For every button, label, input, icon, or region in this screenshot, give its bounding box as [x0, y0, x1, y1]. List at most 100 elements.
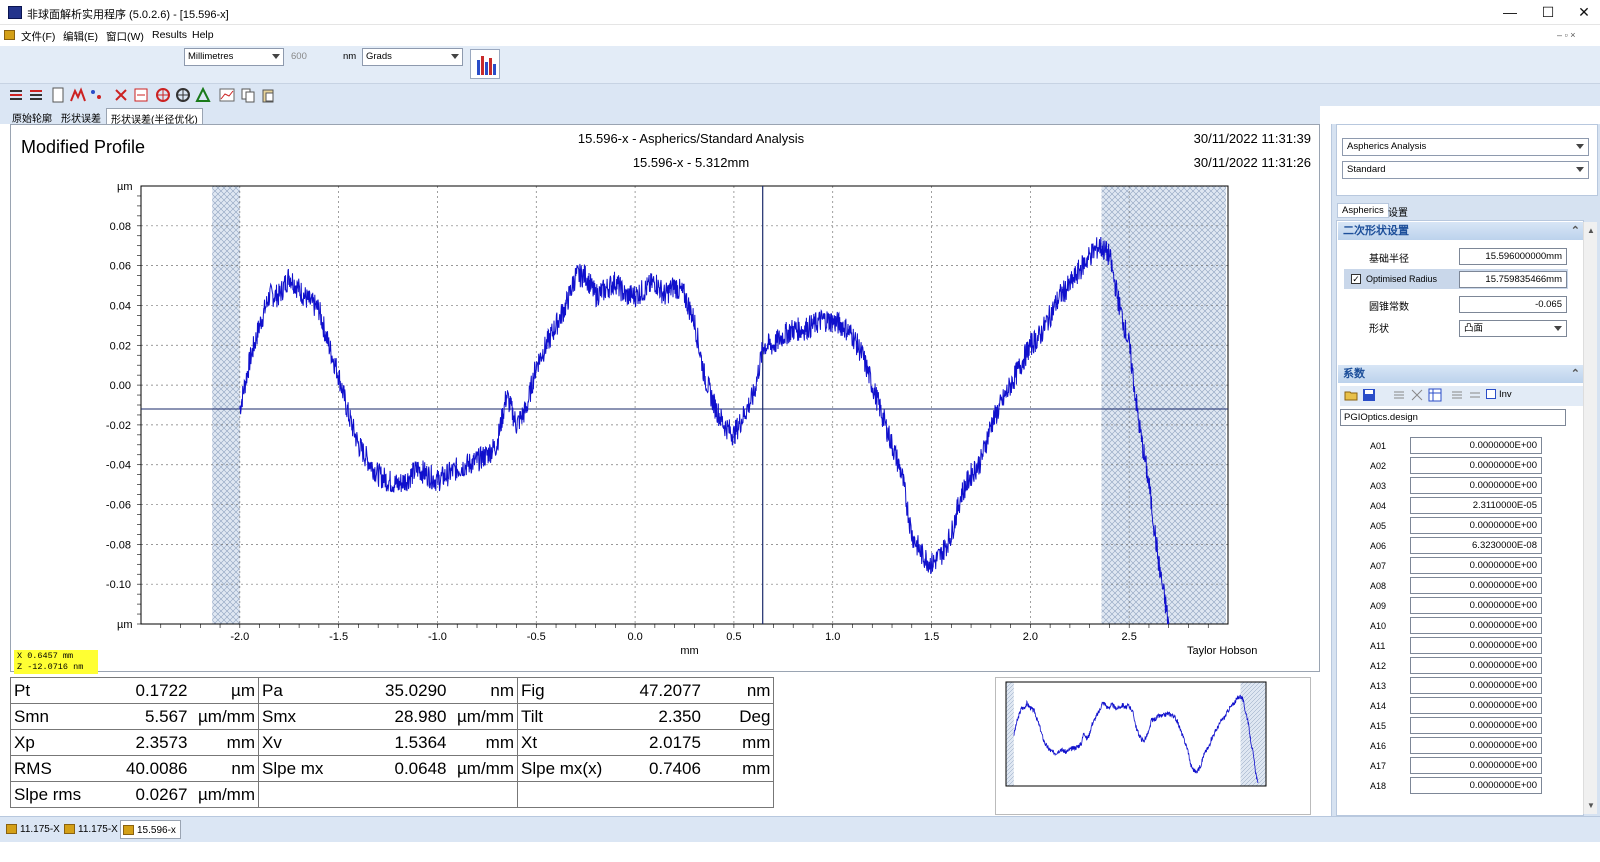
coef-value-field[interactable]: 0.0000000E+00 — [1410, 617, 1542, 634]
menu-results[interactable]: Results — [152, 29, 187, 41]
coef-value-field[interactable]: 0.0000000E+00 — [1410, 517, 1542, 534]
tab-raw-profile[interactable]: 原始轮廓 — [8, 108, 56, 125]
coef-value-field[interactable]: 0.0000000E+00 — [1410, 757, 1542, 774]
mode-select[interactable]: Standard — [1342, 161, 1589, 179]
x-tick-label: 1.5 — [924, 631, 939, 643]
doc-tab[interactable]: 11.175-X — [62, 820, 122, 839]
coef-value-field[interactable]: 0.0000000E+00 — [1410, 697, 1542, 714]
coef-value-field[interactable]: 0.0000000E+00 — [1410, 457, 1542, 474]
row-delete-icon[interactable] — [1410, 388, 1424, 402]
delete-icon[interactable] — [113, 87, 129, 103]
profile-chart[interactable]: -2.0 -1.5 -1.0 -0.5 0.0 0.5 1.0 1.5 2.0 2.5 0.08 0.… — [11, 125, 1321, 673]
table-icon[interactable] — [1428, 388, 1442, 402]
window-title: 非球面解析实用程序 (5.0.2.6) - [15.596-x] — [27, 9, 229, 21]
crosshair-icon[interactable] — [175, 87, 191, 103]
coef-value-field[interactable]: 0.0000000E+00 — [1410, 657, 1542, 674]
levels-icon[interactable] — [8, 87, 24, 103]
target-icon[interactable] — [155, 87, 171, 103]
coef-value-field[interactable]: 0.0000000E+00 — [1410, 577, 1542, 594]
coef-row: A07 0.0000000E+00 — [1338, 556, 1580, 576]
optimised-checkbox[interactable]: ✓ — [1351, 274, 1361, 284]
mdi-controls[interactable]: – ▫ × — [1557, 30, 1575, 40]
coef-value-field[interactable]: 0.0000000E+00 — [1410, 677, 1542, 694]
collapse-icon[interactable]: ⌃ — [1571, 365, 1580, 383]
overview-plot[interactable] — [995, 677, 1311, 815]
results-table: Pt 0.1722 µm Pa 35.0290 nm Fig 47.2077 nm Smn 5.56… — [10, 677, 985, 811]
coef-value-field[interactable]: 0.0000000E+00 — [1410, 717, 1542, 734]
collapse-icon[interactable]: ⌃ — [1571, 222, 1580, 240]
units-toolbar: Millimetres 600 nm Grads — [0, 46, 1600, 84]
inv-checkbox[interactable] — [1486, 389, 1496, 399]
coef-value-field[interactable]: 0.0000000E+00 — [1410, 737, 1542, 754]
filter-icon[interactable] — [133, 87, 149, 103]
x-tick-label: -1.0 — [428, 631, 447, 643]
conic-settings-header[interactable]: 二次形状设置 ⌃ — [1338, 222, 1586, 240]
stat-value: 0.0648 — [378, 755, 450, 782]
close-button[interactable]: ✕ — [1566, 0, 1600, 25]
coef-value-field[interactable]: 0.0000000E+00 — [1410, 477, 1542, 494]
stat-name: Tilt — [517, 703, 637, 730]
coef-value-field[interactable]: 6.3230000E-08 — [1410, 537, 1542, 554]
stat-unit: µm/mm — [449, 703, 518, 730]
tab-settings[interactable]: 设置 — [1388, 204, 1408, 219]
conic-field[interactable]: -0.065 — [1459, 296, 1567, 313]
paste-icon[interactable] — [260, 87, 276, 103]
coefficients-header[interactable]: 系数 ⌃ — [1338, 365, 1586, 383]
tab-form-error[interactable]: 形状误差 — [57, 108, 105, 125]
open-icon[interactable] — [1344, 388, 1358, 402]
minimize-button[interactable]: — — [1492, 0, 1528, 25]
doc-icon — [4, 30, 15, 40]
new-icon[interactable] — [50, 87, 66, 103]
tab-form-error-radius-opt[interactable]: 形状误差(半径优化) — [106, 108, 203, 126]
list-icon[interactable] — [28, 87, 44, 103]
view-tabs: 原始轮廓 形状误差 形状误差(半径优化) — [0, 106, 1320, 126]
coef-label: A06 — [1370, 541, 1387, 551]
wavelength-field[interactable]: 600 — [291, 51, 307, 62]
coef-value-field[interactable]: 0.0000000E+00 — [1410, 557, 1542, 574]
doc-tab-active[interactable]: 15.596-x — [120, 820, 181, 839]
copy-icon[interactable] — [240, 87, 256, 103]
base-radius-field[interactable]: 15.596000000mm — [1459, 248, 1567, 265]
overview-frame — [1005, 681, 1267, 787]
peak-icon[interactable] — [70, 87, 86, 103]
format-icon[interactable] — [1468, 388, 1482, 402]
menu-file[interactable]: 文件(F) — [21, 29, 55, 44]
coef-value-field[interactable]: 2.3110000E-05 — [1410, 497, 1542, 514]
coef-value-field[interactable]: 0.0000000E+00 — [1410, 437, 1542, 454]
stat-name: Slpe mx(x) — [517, 755, 637, 782]
optimised-radius-field[interactable]: 15.759835466mm — [1459, 271, 1567, 288]
points-icon[interactable] — [88, 87, 104, 103]
tab-aspherics[interactable]: Aspherics — [1337, 203, 1389, 218]
doc-tab[interactable]: 11.175-X — [4, 820, 64, 839]
chart-view-button[interactable] — [470, 49, 500, 79]
x-tick-label: -2.0 — [230, 631, 249, 643]
y-tick-label: 0.08 — [110, 221, 131, 233]
overview-series-line — [1013, 694, 1259, 784]
graph-icon[interactable] — [219, 87, 235, 103]
row-add-icon[interactable] — [1392, 388, 1406, 402]
measure-icon[interactable] — [195, 87, 211, 103]
coef-scrollbar[interactable]: ▲ ▼ — [1583, 222, 1597, 814]
menu-help[interactable]: Help — [192, 29, 214, 41]
angle-select[interactable]: Grads — [362, 48, 463, 66]
shape-select[interactable]: 凸面 — [1459, 320, 1567, 337]
save-icon[interactable] — [1362, 388, 1376, 402]
coef-row: A02 0.0000000E+00 — [1338, 456, 1580, 476]
maximize-button[interactable]: ☐ — [1530, 0, 1566, 25]
y-tick-label: -0.08 — [106, 539, 131, 551]
coef-value-field[interactable]: 0.0000000E+00 — [1410, 777, 1542, 794]
stat-name: Smn — [10, 703, 118, 730]
y-tick-label: -0.02 — [106, 420, 131, 432]
stat-unit: µm — [190, 677, 259, 704]
coef-row: A16 0.0000000E+00 — [1338, 736, 1580, 756]
coef-value-field[interactable]: 0.0000000E+00 — [1410, 597, 1542, 614]
align-icon[interactable] — [1450, 388, 1464, 402]
coef-value-field[interactable]: 0.0000000E+00 — [1410, 637, 1542, 654]
app-icon — [8, 6, 22, 19]
design-file-field[interactable]: PGIOptics.design — [1340, 409, 1566, 426]
stat-value: 0.7406 — [636, 755, 704, 782]
analysis-select[interactable]: Aspherics Analysis — [1342, 138, 1589, 156]
menu-window[interactable]: 窗口(W) — [106, 29, 144, 44]
menu-edit[interactable]: 编辑(E) — [63, 29, 98, 44]
units-select[interactable]: Millimetres — [184, 48, 284, 66]
